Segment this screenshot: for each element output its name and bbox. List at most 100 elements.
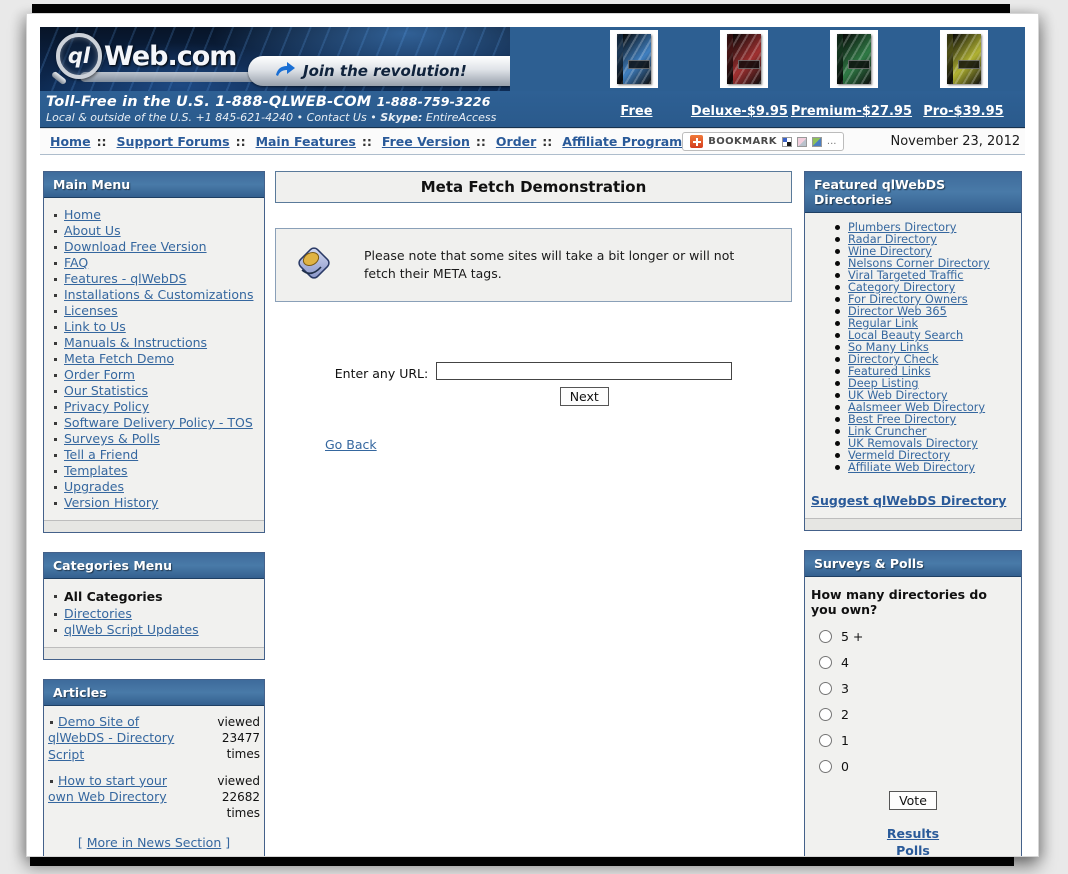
price-link[interactable]: Premium-$27.95 (791, 104, 912, 119)
nav-separator: :: (542, 134, 553, 149)
nav-item: Main Features:: (256, 134, 378, 149)
poll-option-label[interactable]: 2 (841, 707, 849, 722)
bookmark-label: BOOKMARK (708, 136, 777, 147)
nav-link[interactable]: Support Forums (117, 134, 230, 149)
tollfree-text: Toll-Free in the U.S. 1-888-QLWEB-COM 1-… (40, 93, 585, 125)
featured-list: Plumbers Directory Radar Directory Wine … (805, 213, 1021, 474)
poll-option-radio[interactable] (819, 708, 832, 721)
nav-item: Support Forums:: (117, 134, 252, 149)
product-box-image[interactable] (610, 30, 658, 88)
poll-option-radio[interactable] (819, 760, 832, 773)
main-menu-item: Upgrades (52, 479, 256, 495)
go-back-link[interactable]: Go Back (325, 437, 377, 452)
categories-list: Directories qlWeb Script Updates (44, 605, 264, 640)
main-menu-link[interactable]: Installations & Customizations (64, 287, 253, 303)
bullet-icon (835, 261, 840, 266)
skype-link[interactable]: EntireAccess (426, 111, 496, 124)
poll-option-radio[interactable] (819, 734, 832, 747)
suggest-directory-link[interactable]: Suggest qlWebDS Directory (811, 493, 1006, 508)
bullet-icon (54, 595, 57, 598)
all-categories-row: All Categories (44, 579, 264, 605)
bracket-close: ] (225, 835, 231, 851)
price-link[interactable]: Deluxe-$9.95 (691, 104, 788, 119)
nav-link[interactable]: Order (496, 134, 536, 149)
poll-option-radio[interactable] (819, 656, 832, 669)
tagline-swoosh: Join the revolution! (248, 56, 510, 86)
panel-footer (44, 520, 264, 532)
nav-link[interactable]: Free Version (382, 134, 470, 149)
main-menu-link[interactable]: Our Statistics (64, 383, 148, 399)
poll-option-row: 3 (819, 681, 1021, 696)
delicious-icon[interactable] (781, 136, 792, 147)
bullet-icon (835, 309, 840, 314)
go-back-row: Go Back (275, 434, 792, 453)
product-box-image[interactable] (830, 30, 878, 88)
article-link[interactable]: Demo Site of qlWebDS - Directory Script (48, 714, 174, 762)
main-menu-link[interactable]: Tell a Friend (64, 447, 138, 463)
main-menu-link[interactable]: Software Delivery Policy - TOS (64, 415, 253, 431)
product-box-image[interactable] (720, 30, 768, 88)
price-link[interactable]: Pro-$39.95 (923, 104, 1003, 119)
main-menu-link[interactable]: Privacy Policy (64, 399, 149, 415)
digg-icon[interactable] (796, 136, 807, 147)
vote-button[interactable]: Vote (889, 791, 937, 810)
price-cell: Free (585, 100, 688, 119)
nav-link[interactable]: Affiliate Program (562, 134, 682, 149)
results-link[interactable]: Results (805, 826, 1021, 843)
nav-link[interactable]: Home (50, 134, 91, 149)
bullet-icon (54, 262, 57, 265)
main-menu-link[interactable]: Meta Fetch Demo (64, 351, 174, 367)
bookmark-button[interactable]: BOOKMARK ... (682, 132, 845, 151)
main-column: Meta Fetch Demonstration Please note tha… (275, 171, 792, 453)
more-news-link[interactable]: More in News Section (87, 835, 222, 850)
polls-link[interactable]: Polls (805, 843, 1021, 856)
window-edge-bottom (30, 856, 1014, 866)
bookmark-more[interactable]: ... (827, 136, 837, 147)
poll-option-row: 5 + (819, 629, 1021, 644)
featured-link[interactable]: Affiliate Web Directory (848, 462, 975, 474)
poll-option-label[interactable]: 1 (841, 733, 849, 748)
products-row (579, 30, 1019, 88)
poll-option-radio[interactable] (819, 682, 832, 695)
poll-option-label[interactable]: 5 + (841, 629, 863, 644)
article-link[interactable]: How to start your own Web Directory (48, 773, 167, 804)
main-menu-link[interactable]: Templates (64, 463, 128, 479)
price-link[interactable]: Free (620, 104, 652, 119)
poll-option-label[interactable]: 4 (841, 655, 849, 670)
featured-title: Featured qlWebDS Directories (805, 172, 1021, 213)
next-button[interactable]: Next (559, 387, 609, 406)
main-menu-link[interactable]: Home (64, 207, 101, 223)
main-menu-link[interactable]: About Us (64, 223, 121, 239)
stumble-icon[interactable] (811, 136, 822, 147)
poll-option-label[interactable]: 0 (841, 759, 849, 774)
main-menu-link[interactable]: Upgrades (64, 479, 124, 495)
nav-link[interactable]: Main Features (256, 134, 356, 149)
main-menu-link[interactable]: Order Form (64, 367, 135, 383)
site-logo[interactable]: ql Web.com (50, 33, 237, 86)
poll-option-radio[interactable] (819, 630, 832, 643)
category-link[interactable]: qlWeb Script Updates (64, 622, 199, 638)
category-link[interactable]: Directories (64, 606, 132, 622)
bullet-icon (835, 249, 840, 254)
window-edge-top (32, 4, 1010, 13)
main-menu-link[interactable]: Licenses (64, 303, 118, 319)
main-menu-link[interactable]: Manuals & Instructions (64, 335, 207, 351)
main-menu-link[interactable]: Version History (64, 495, 158, 511)
poll-option-row: 4 (819, 655, 1021, 670)
contact-us-link[interactable]: Contact Us (307, 111, 367, 124)
poll-links: Results Polls (805, 826, 1021, 856)
category-item: Directories (52, 606, 256, 622)
main-menu-link[interactable]: Download Free Version (64, 239, 207, 255)
main-menu-link[interactable]: Surveys & Polls (64, 431, 160, 447)
main-menu-item: Link to Us (52, 319, 256, 335)
product-box-image[interactable] (940, 30, 988, 88)
bullet-icon (835, 429, 840, 434)
poll-option-label[interactable]: 3 (841, 681, 849, 696)
note-box: Please note that some sites will take a … (275, 228, 792, 302)
main-menu-link[interactable]: Link to Us (64, 319, 126, 335)
bullet-icon (54, 422, 57, 425)
arrow-icon (274, 60, 296, 82)
main-menu-link[interactable]: FAQ (64, 255, 88, 271)
main-menu-link[interactable]: Features - qlWebDS (64, 271, 186, 287)
url-input[interactable] (436, 362, 733, 380)
